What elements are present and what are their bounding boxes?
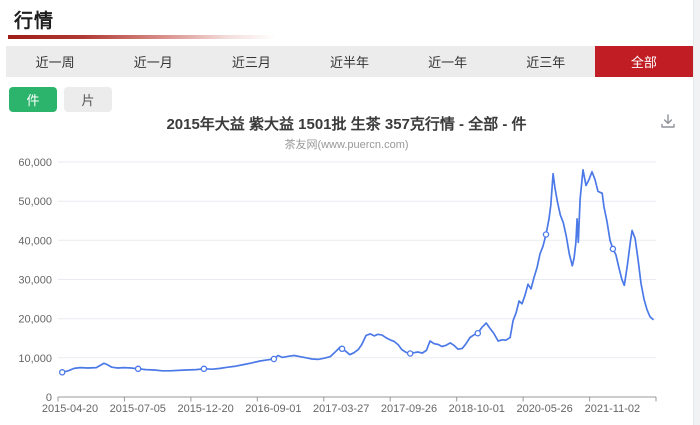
unit-toggle-group: 件片 bbox=[9, 87, 112, 112]
x-axis-tick-label: 2015-04-20 bbox=[42, 403, 98, 415]
data-point-marker bbox=[542, 231, 550, 238]
y-axis-tick-label: 50,000 bbox=[18, 196, 52, 208]
tab-all[interactable]: 全部 bbox=[594, 46, 693, 77]
data-point-marker bbox=[338, 345, 346, 353]
market-page: 行情 近一周 近一月 近三月 近半年 近一年 近三年 全部 件片 2015年大益 紫大益 1… bbox=[0, 0, 700, 425]
x-axis-tick-label: 2020-05-26 bbox=[516, 403, 572, 415]
unit-button-pian[interactable]: 片 bbox=[64, 87, 112, 112]
price-chart-svg: 010,00020,00030,00040,00050,00060,000201… bbox=[18, 157, 657, 415]
x-axis-tick-label: 2021-11-02 bbox=[585, 403, 640, 415]
x-axis-tick-label: 2015-07-05 bbox=[110, 403, 166, 415]
data-point-marker bbox=[406, 350, 414, 357]
download-icon[interactable] bbox=[657, 111, 679, 133]
page-header: 行情 bbox=[8, 6, 276, 39]
tab-last-week[interactable]: 近一周 bbox=[6, 46, 104, 77]
tab-last-month[interactable]: 近一月 bbox=[104, 46, 202, 77]
page-title: 行情 bbox=[14, 11, 55, 32]
x-axis-tick-label: 2017-03-27 bbox=[313, 403, 369, 415]
y-axis-tick-label: 10,000 bbox=[18, 353, 52, 365]
page-right-gutter bbox=[693, 0, 700, 425]
data-point-marker bbox=[58, 369, 66, 376]
unit-button-jian[interactable]: 件 bbox=[9, 87, 57, 112]
y-axis-tick-label: 20,000 bbox=[18, 314, 52, 326]
tab-last-3-months[interactable]: 近三月 bbox=[202, 46, 300, 77]
tab-last-3-years[interactable]: 近三年 bbox=[497, 46, 595, 77]
x-axis-tick-label: 2016-09-01 bbox=[245, 403, 301, 415]
title-underline-decoration bbox=[8, 35, 276, 39]
data-point-marker bbox=[474, 329, 482, 337]
price-line bbox=[61, 168, 654, 374]
x-axis-tick-label: 2018-10-01 bbox=[449, 403, 505, 415]
x-axis-tick-label: 2015-12-20 bbox=[177, 403, 233, 415]
data-point-marker bbox=[200, 365, 208, 373]
data-point-marker bbox=[270, 355, 278, 363]
tab-last-6-months[interactable]: 近半年 bbox=[300, 46, 398, 77]
y-axis-tick-label: 60,000 bbox=[18, 157, 52, 169]
x-axis-tick-label: 2017-09-26 bbox=[381, 403, 437, 415]
tab-last-year[interactable]: 近一年 bbox=[399, 46, 497, 77]
y-axis-tick-label: 30,000 bbox=[18, 275, 52, 287]
y-axis-tick-label: 40,000 bbox=[18, 235, 52, 247]
data-point-marker bbox=[609, 245, 617, 253]
chart-title: 2015年大益 紫大益 1501批 生茶 357克行情 - 全部 - 件 bbox=[166, 116, 527, 133]
time-range-tab-bar: 近一周 近一月 近三月 近半年 近一年 近三年 全部 bbox=[6, 46, 693, 77]
data-point-marker bbox=[134, 365, 142, 373]
